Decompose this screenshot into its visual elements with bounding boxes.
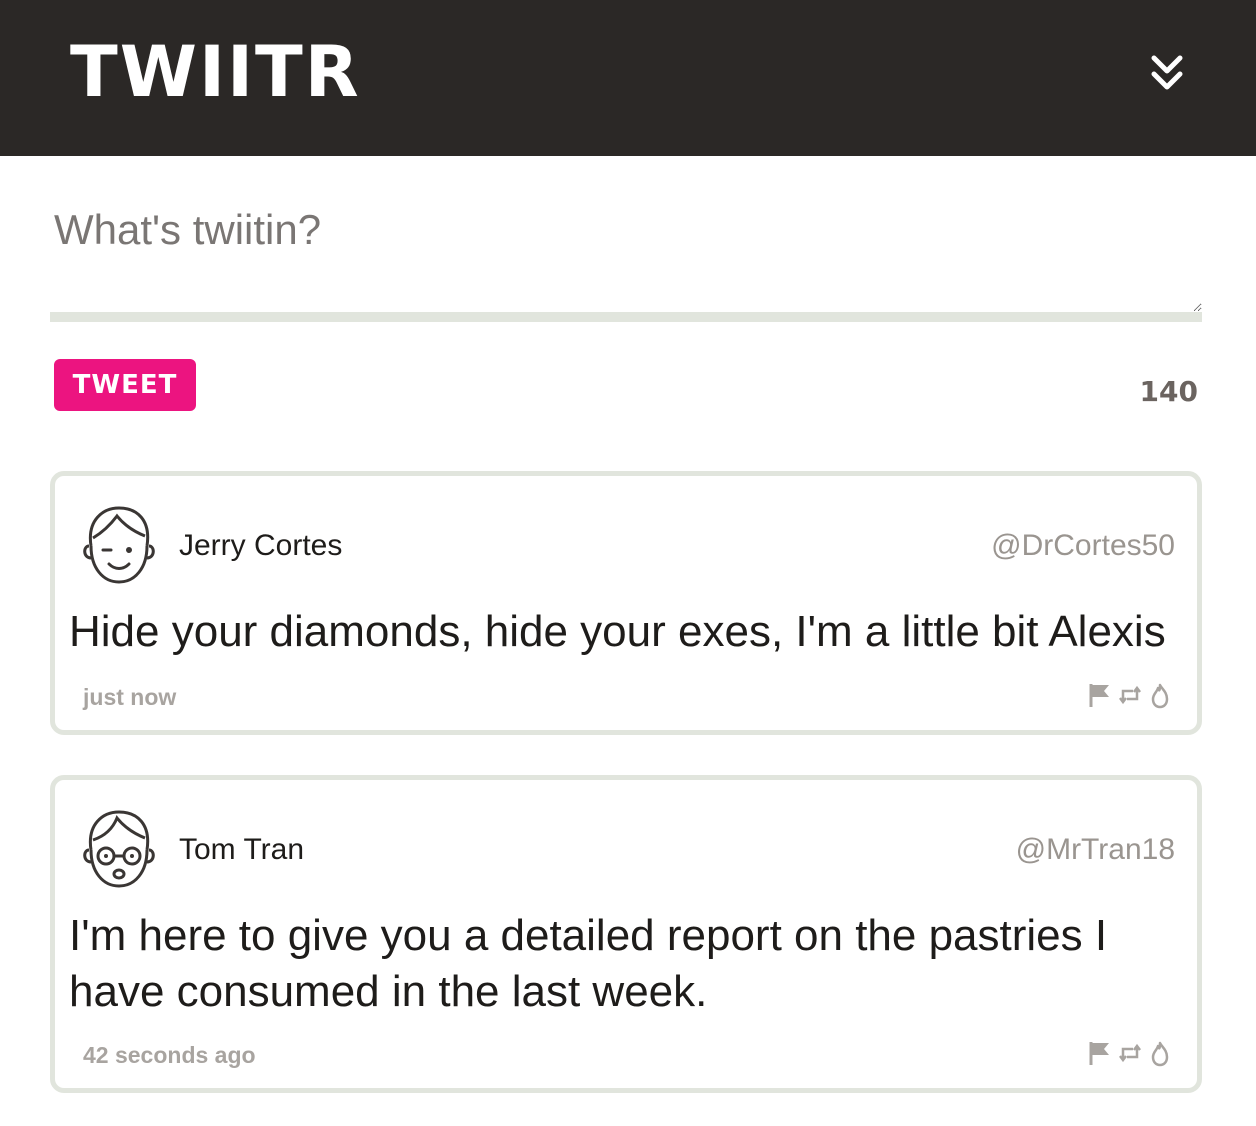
tweet-actions [1087,1038,1173,1068]
flag-icon[interactable] [1087,1039,1113,1067]
app-logo[interactable]: TWIITR [70,32,361,112]
tweet-timestamp: just now [83,684,177,710]
tweet-input[interactable] [50,190,1202,322]
retweet-icon[interactable] [1117,681,1143,709]
tweet-text: I'm here to give you a detailed report o… [69,911,1108,1016]
winking-face-avatar-icon[interactable] [81,502,157,588]
user-handle[interactable]: @MrTran18 [1016,832,1175,868]
tweet-actions [1087,680,1173,710]
character-counter: 140 [1139,375,1198,408]
flame-icon[interactable] [1147,681,1173,709]
glasses-face-avatar-icon[interactable] [81,806,157,892]
flame-icon[interactable] [1147,1039,1173,1067]
flag-icon[interactable] [1087,681,1113,709]
tweet-text: Hide your diamonds, hide your exes, I'm … [69,607,1166,656]
tweet-card: Tom Tran @MrTran18 I'm here to give you … [50,775,1202,1093]
tweet-button[interactable]: TWEET [54,359,196,411]
user-name[interactable]: Tom Tran [179,832,304,868]
compose-area [50,190,1202,330]
retweet-icon[interactable] [1117,1039,1143,1067]
user-handle[interactable]: @DrCortes50 [991,528,1175,564]
app-header: TWIITR [0,0,1256,156]
user-name[interactable]: Jerry Cortes [179,528,342,564]
tweet-timestamp: 42 seconds ago [83,1042,256,1068]
tweet-card: Jerry Cortes @DrCortes50 Hide your diamo… [50,471,1202,735]
double-chevron-down-icon[interactable] [1140,46,1194,100]
